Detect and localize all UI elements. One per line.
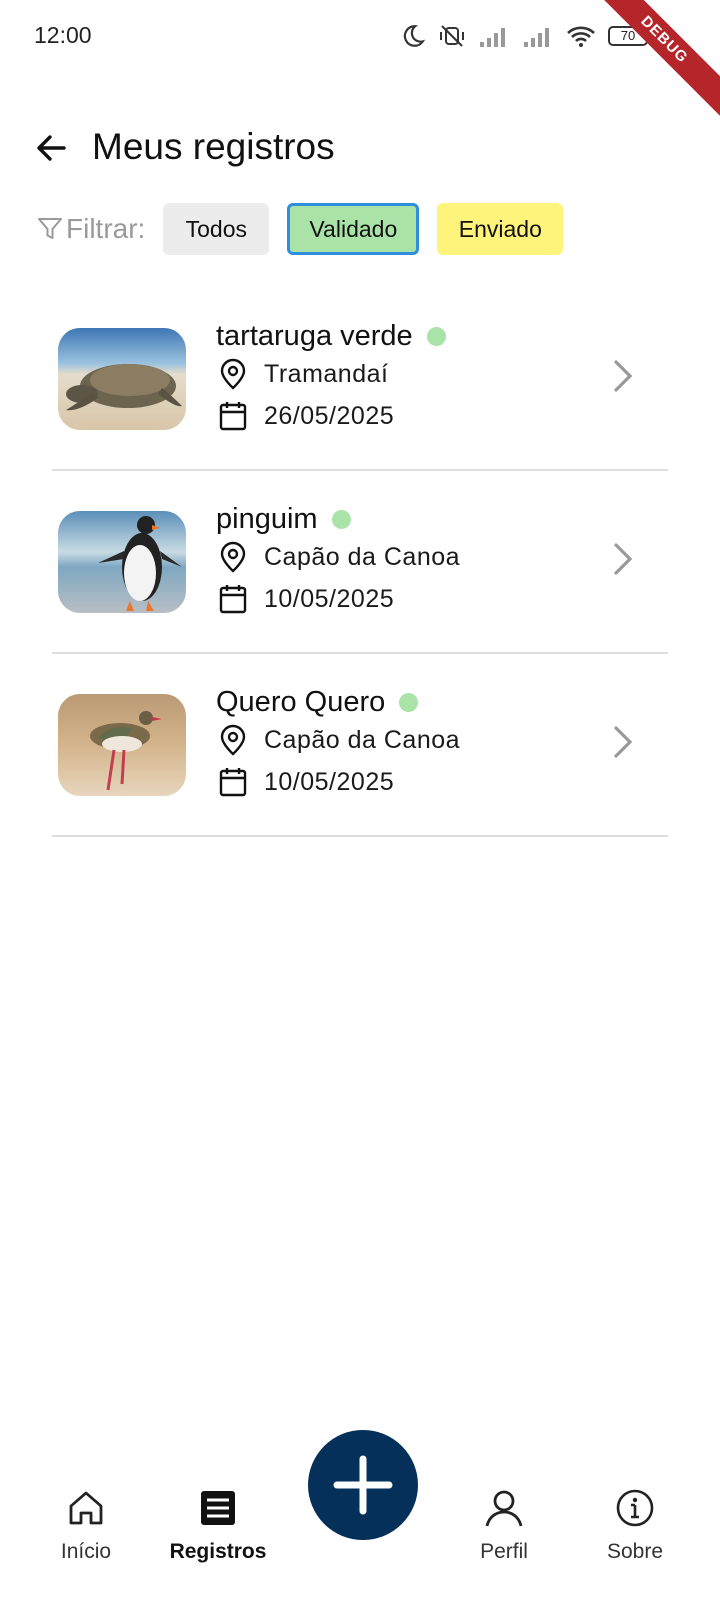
app-header: Meus registros <box>0 118 720 178</box>
filter-chip-enviado[interactable]: Enviado <box>437 203 564 255</box>
nav-label: Perfil <box>480 1540 528 1563</box>
calendar-icon <box>219 768 247 797</box>
record-name: tartaruga verde <box>216 320 446 353</box>
records-list: tartaruga verde Tramandaí 26/05/2025 pin… <box>52 288 668 837</box>
home-icon <box>69 1491 103 1525</box>
status-bar: 12:00 70 DEBUG <box>0 0 720 121</box>
nav-item-registros[interactable]: Registros <box>158 1486 278 1564</box>
chevron-right-icon[interactable] <box>608 356 638 396</box>
add-record-button[interactable] <box>308 1430 418 1540</box>
validated-status-dot <box>399 693 419 712</box>
nav-label: Registros <box>169 1540 267 1563</box>
battery-level: 70 <box>620 28 636 43</box>
record-date-text: 10/05/2025 <box>264 767 395 796</box>
page-title: Meus registros <box>92 126 335 167</box>
filter-label-text: Filtrar: <box>66 213 146 244</box>
bottom-nav: Início Registros Perfil Sobre <box>0 1430 720 1600</box>
nav-item-sobre[interactable]: Sobre <box>575 1486 695 1564</box>
record-date: 10/05/2025 <box>218 583 394 615</box>
filter-bar: Filtrar: Todos Validado Enviado <box>36 202 581 256</box>
nav-label: Início <box>60 1540 112 1563</box>
chevron-right-icon[interactable] <box>608 722 638 762</box>
wifi-icon <box>567 26 595 47</box>
calendar-icon <box>219 585 247 614</box>
filter-chip-todos[interactable]: Todos <box>163 203 270 255</box>
record-location: Tramandaí <box>218 358 388 390</box>
status-icons: 70 <box>400 22 648 50</box>
moon-icon <box>403 25 426 47</box>
debug-banner: DEBUG <box>583 0 720 121</box>
record-location: Capão da Canoa <box>218 724 460 756</box>
lapwing-photo <box>58 694 186 796</box>
list-icon <box>201 1491 235 1525</box>
record-date-text: 26/05/2025 <box>264 401 395 430</box>
record-name-text: pinguim <box>216 503 318 535</box>
record-row-tartaruga-verde[interactable]: tartaruga verde Tramandaí 26/05/2025 <box>52 288 668 471</box>
signal-icon <box>524 28 549 47</box>
record-date-text: 10/05/2025 <box>264 584 395 613</box>
record-location-text: Capão da Canoa <box>264 542 461 571</box>
record-name-text: Quero Quero <box>216 686 386 718</box>
signal-icon <box>480 28 505 47</box>
sea-turtle-photo <box>58 328 186 430</box>
user-icon <box>485 1490 523 1527</box>
calendar-icon <box>219 402 247 431</box>
vibrate-off-icon <box>440 25 464 47</box>
status-time: 12:00 <box>34 22 92 48</box>
chevron-right-icon[interactable] <box>608 539 638 579</box>
penguin-photo <box>58 511 186 613</box>
location-pin-icon <box>220 358 246 390</box>
record-name: Quero Quero <box>216 686 419 719</box>
nav-item-inicio[interactable]: Início <box>26 1486 146 1564</box>
record-location-text: Tramandaí <box>264 359 389 388</box>
filter-chip-validado[interactable]: Validado <box>287 203 420 255</box>
location-pin-icon <box>220 541 246 573</box>
record-name-text: tartaruga verde <box>216 320 413 352</box>
record-row-quero-quero[interactable]: Quero Quero Capão da Canoa 10/05/2025 <box>52 654 668 837</box>
record-location: Capão da Canoa <box>218 541 460 573</box>
filter-icon <box>38 218 62 239</box>
validated-status-dot <box>426 327 446 346</box>
validated-status-dot <box>331 510 351 529</box>
info-icon <box>616 1489 654 1527</box>
nav-label: Sobre <box>606 1540 664 1563</box>
nav-item-perfil[interactable]: Perfil <box>444 1486 564 1564</box>
record-date: 26/05/2025 <box>218 400 394 432</box>
record-name: pinguim <box>216 503 351 536</box>
back-button[interactable] <box>30 126 74 170</box>
location-pin-icon <box>220 724 246 756</box>
record-location-text: Capão da Canoa <box>264 725 461 754</box>
filter-label: Filtrar: <box>36 213 145 245</box>
record-row-pinguim[interactable]: pinguim Capão da Canoa 10/05/2025 <box>52 471 668 654</box>
arrow-left-icon <box>37 135 66 161</box>
plus-icon <box>333 1455 393 1515</box>
record-date: 10/05/2025 <box>218 766 394 798</box>
